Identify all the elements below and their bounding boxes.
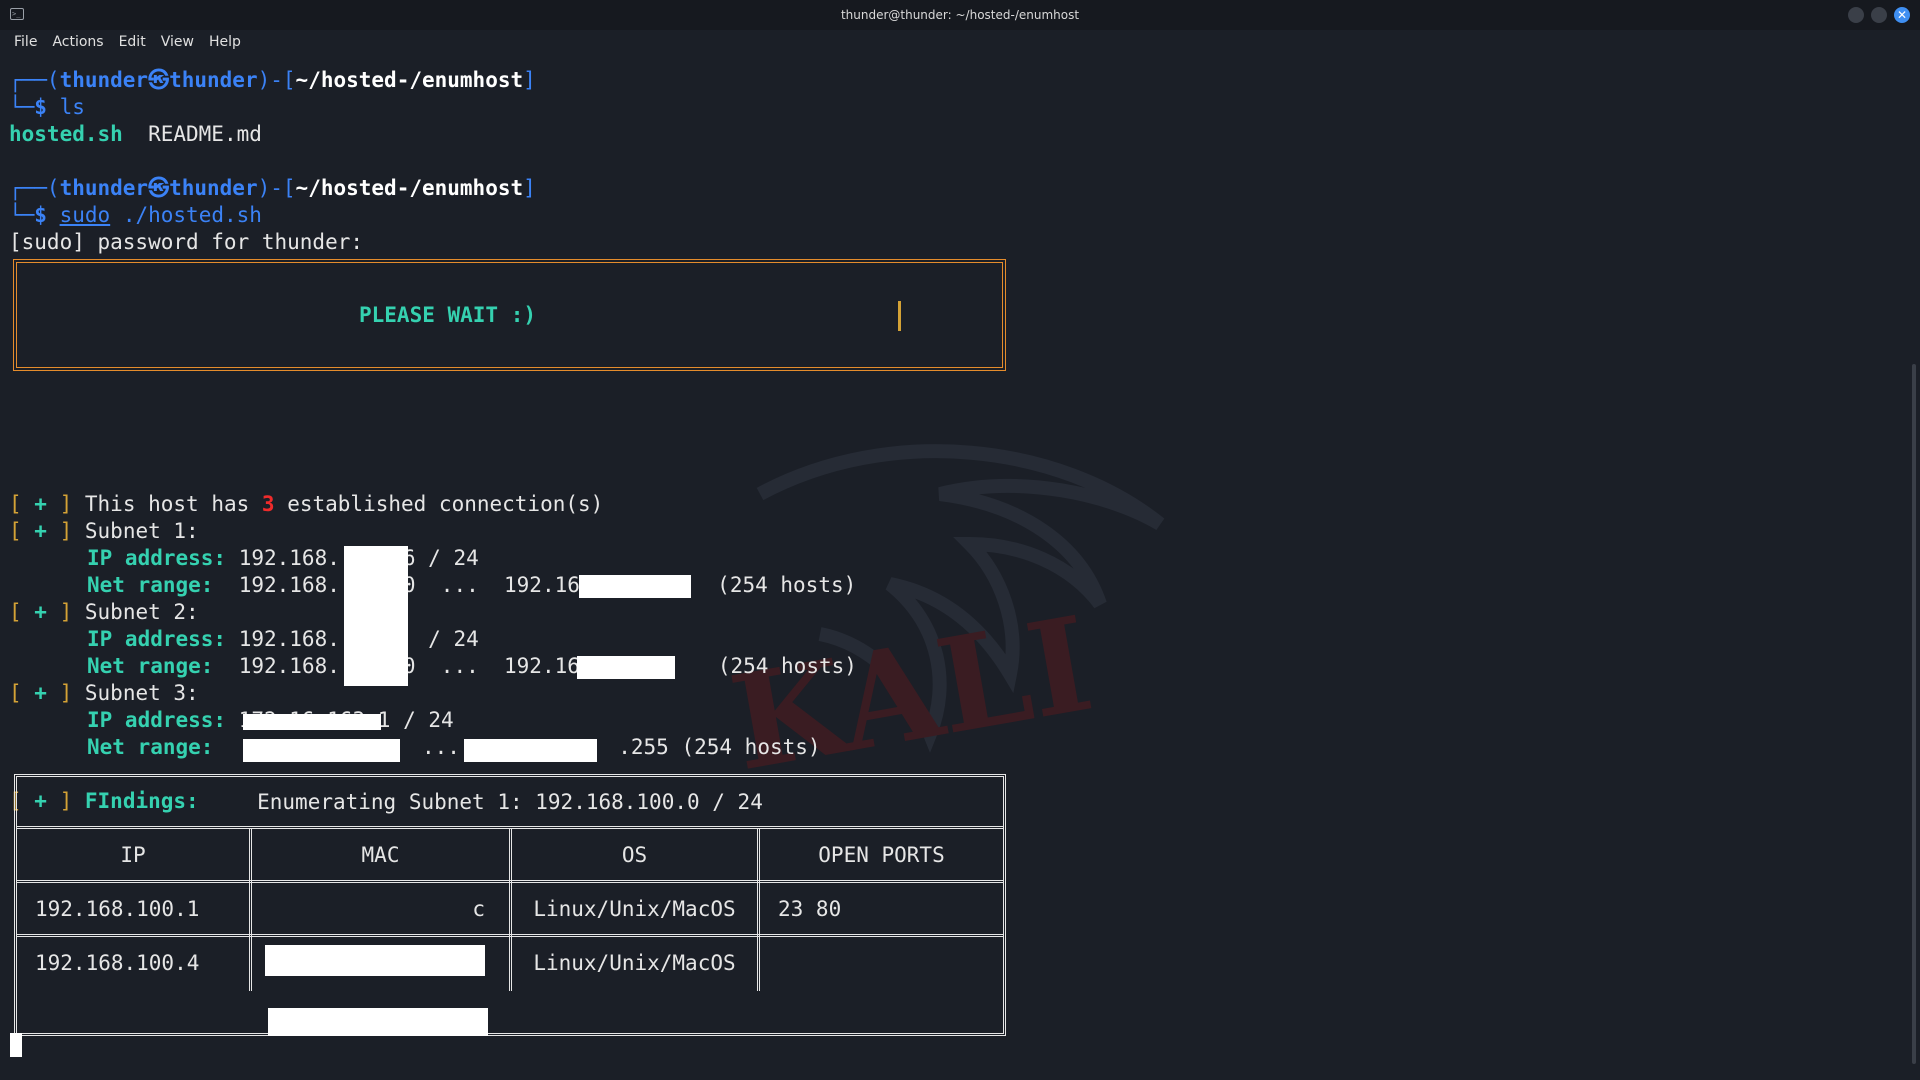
prompt-line-2: ┌──(thunder㉿thunder)-[~/hosted-/enumhost…	[9, 176, 536, 200]
redaction-box	[243, 714, 381, 730]
title-bar: >_ thunder@thunder: ~/hosted-/enumhost ✕	[0, 0, 1920, 30]
header-open-ports: OPEN PORTS	[818, 843, 945, 867]
subnet-2-range: Net range: 192.168. 0 ... 192.168. (254 h…	[87, 654, 857, 678]
cell-ip: 192.168.100.1	[17, 883, 252, 937]
subnet-3-range: Net range: ... .255 (254 hosts)	[87, 735, 821, 759]
sudo-prompt: [sudo] password for thunder:	[9, 230, 364, 254]
redaction-box	[268, 1008, 488, 1036]
minimize-icon[interactable]	[1848, 7, 1864, 23]
terminal-cursor	[10, 1033, 22, 1057]
menu-edit[interactable]: Edit	[119, 34, 146, 50]
cell-ports	[760, 937, 1003, 991]
command-line-2: └─$ sudo ./hosted.sh	[9, 203, 262, 227]
cell-os: Linux/Unix/MacOS	[512, 937, 760, 991]
cell-mac: c	[252, 883, 512, 937]
redaction-box	[344, 546, 408, 686]
header-os: OS	[512, 829, 760, 883]
header-mac: MAC	[252, 829, 512, 883]
redaction-box	[265, 945, 485, 976]
scrollbar-thumb[interactable]	[1912, 364, 1916, 1064]
menu-help[interactable]: Help	[209, 34, 241, 50]
scrollbar[interactable]	[1908, 54, 1920, 1080]
menu-actions[interactable]: Actions	[52, 34, 103, 50]
redaction-box	[577, 656, 675, 679]
cell-ip: 192.168.100.4	[17, 937, 252, 991]
table-title: Enumerating Subnet 1: 192.168.100.0 / 24	[17, 777, 1003, 829]
please-wait-text: PLEASE WAIT :)	[359, 303, 537, 327]
menu-file[interactable]: File	[14, 34, 37, 50]
table-row: 192.168.100.4 Linux/Unix/MacOS	[17, 937, 1003, 991]
table-row: 192.168.100.1 c Linux/Unix/MacOS 23 80	[17, 883, 1003, 937]
redaction-box	[243, 739, 400, 762]
window-title: thunder@thunder: ~/hosted-/enumhost	[840, 8, 1080, 22]
redaction-box	[464, 739, 597, 762]
svg-text:KALI: KALI	[721, 587, 1103, 800]
findings-table: Enumerating Subnet 1: 192.168.100.0 / 24…	[14, 774, 1006, 1036]
command-line-1: └─$ ls	[9, 95, 85, 119]
subnet-1-ip: IP address: 192.168. 6 / 24	[87, 546, 479, 570]
subnet-1-range: Net range: 192.168. 0 ... 192.168. (254 ho…	[87, 573, 857, 597]
close-icon[interactable]: ✕	[1894, 7, 1910, 23]
cell-ports: 23 80	[778, 897, 842, 921]
header-ip: IP	[17, 829, 252, 883]
subnet-3-label: [ + ] Subnet 3:	[9, 681, 199, 705]
prompt-line-1: ┌──(thunder㉿thunder)-[~/hosted-/enumhost…	[9, 68, 536, 92]
ls-output: hosted.sh README.md	[9, 122, 262, 146]
cell-os: Linux/Unix/MacOS	[512, 883, 760, 937]
table-header-row: IP MAC OS OPEN PORTS	[17, 829, 1003, 883]
redaction-box	[579, 575, 691, 598]
maximize-icon[interactable]	[1871, 7, 1887, 23]
subnet-2-ip: IP address: 192.168. / 24	[87, 627, 479, 651]
subnet-2-label: [ + ] Subnet 2:	[9, 600, 199, 624]
subnet-1-label: [ + ] Subnet 1:	[9, 519, 199, 543]
banner-cursor	[898, 301, 901, 331]
terminal-icon: >_	[10, 8, 24, 20]
menu-view[interactable]: View	[161, 34, 194, 50]
connections-line: [ + ] This host has 3 established connec…	[9, 492, 604, 516]
menu-bar: File Actions Edit View Help	[0, 30, 1920, 54]
